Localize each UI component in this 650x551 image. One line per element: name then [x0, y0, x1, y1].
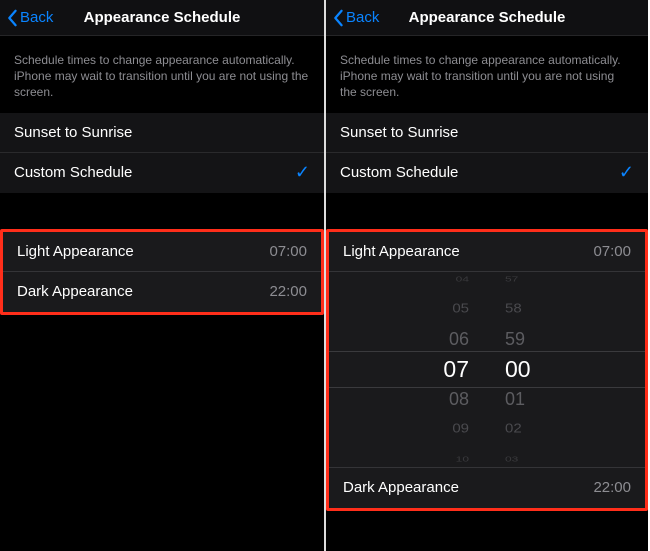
row-label: Dark Appearance	[17, 283, 133, 300]
picker-value: 09	[452, 416, 469, 442]
checkmark-icon: ✓	[619, 162, 634, 183]
dark-appearance-row[interactable]: Dark Appearance 22:00	[3, 272, 321, 312]
section-gap	[326, 193, 648, 229]
light-appearance-row[interactable]: Light Appearance 07:00	[329, 232, 645, 272]
picker-value: 58	[505, 296, 522, 322]
row-label: Dark Appearance	[343, 479, 459, 496]
picker-value: 01	[505, 384, 525, 414]
option-label: Sunset to Sunrise	[340, 124, 458, 141]
appearance-times-expanded: Light Appearance 07:00 04 05 06 07 08 09…	[329, 232, 645, 508]
back-label: Back	[20, 9, 53, 26]
option-custom-schedule[interactable]: Custom Schedule ✓	[0, 153, 324, 193]
picker-value: 03	[505, 450, 518, 468]
screenshot-right: Back Appearance Schedule Schedule times …	[324, 0, 648, 551]
picker-value: 04	[456, 270, 469, 288]
option-custom-schedule[interactable]: Custom Schedule ✓	[326, 153, 648, 193]
row-value: 07:00	[269, 243, 307, 260]
back-button[interactable]: Back	[332, 9, 379, 27]
description-text: Schedule times to change appearance auto…	[0, 36, 324, 113]
picker-value: 59	[505, 324, 525, 354]
option-sunset-sunrise[interactable]: Sunset to Sunrise	[0, 113, 324, 153]
picker-selected: 07	[443, 354, 469, 384]
row-value: 22:00	[593, 479, 631, 496]
picker-value: 06	[449, 324, 469, 354]
dark-appearance-row[interactable]: Dark Appearance 22:00	[329, 468, 645, 508]
chevron-left-icon	[6, 9, 18, 27]
back-button[interactable]: Back	[6, 9, 53, 27]
chevron-left-icon	[332, 9, 344, 27]
light-appearance-row[interactable]: Light Appearance 07:00	[3, 232, 321, 272]
row-value: 22:00	[269, 283, 307, 300]
row-value: 07:00	[593, 243, 631, 260]
row-label: Light Appearance	[17, 243, 134, 260]
option-sunset-sunrise[interactable]: Sunset to Sunrise	[326, 113, 648, 153]
hour-wheel[interactable]: 04 05 06 07 08 09 10	[415, 264, 475, 474]
highlight-box: Light Appearance 07:00 04 05 06 07 08 09…	[326, 229, 648, 511]
back-label: Back	[346, 9, 379, 26]
highlight-box: Light Appearance 07:00 Dark Appearance 2…	[0, 229, 324, 315]
nav-bar: Back Appearance Schedule	[0, 0, 324, 36]
time-picker[interactable]: 04 05 06 07 08 09 10 57 58 59 00 01 02 0…	[329, 272, 645, 468]
schedule-options: Sunset to Sunrise Custom Schedule ✓	[326, 113, 648, 193]
picker-value: 57	[505, 270, 518, 288]
picker-value: 08	[449, 384, 469, 414]
section-gap	[0, 193, 324, 229]
minute-wheel[interactable]: 57 58 59 00 01 02 03	[499, 264, 559, 474]
description-text: Schedule times to change appearance auto…	[326, 36, 648, 113]
picker-value: 05	[452, 296, 469, 322]
row-label: Light Appearance	[343, 243, 460, 260]
option-label: Custom Schedule	[340, 164, 458, 181]
schedule-options: Sunset to Sunrise Custom Schedule ✓	[0, 113, 324, 193]
option-label: Sunset to Sunrise	[14, 124, 132, 141]
picker-value: 02	[505, 416, 522, 442]
appearance-times: Light Appearance 07:00 Dark Appearance 2…	[3, 232, 321, 312]
checkmark-icon: ✓	[295, 162, 310, 183]
nav-bar: Back Appearance Schedule	[326, 0, 648, 36]
option-label: Custom Schedule	[14, 164, 132, 181]
screenshot-left: Back Appearance Schedule Schedule times …	[0, 0, 324, 551]
picker-selected: 00	[505, 354, 531, 384]
picker-value: 10	[456, 450, 469, 468]
